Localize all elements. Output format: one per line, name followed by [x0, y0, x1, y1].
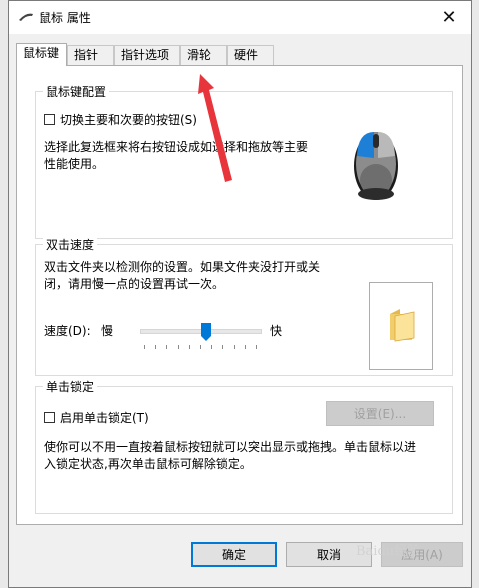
watermark-logo: Baidu经验	[356, 544, 421, 559]
checkbox-box[interactable]	[44, 114, 55, 125]
slider-tick	[177, 345, 179, 349]
switch-buttons-checkbox[interactable]: 切换主要和次要的按钮(S)	[44, 111, 197, 128]
slider-tick	[233, 345, 235, 349]
checkbox-box[interactable]	[44, 412, 55, 423]
folder-icon[interactable]	[387, 306, 417, 342]
slow-label: 慢	[101, 324, 114, 338]
click-lock-group: 单击锁定 启用单击锁定(T) 设置(E)... 使你可以不用一直按着鼠标按钮就可…	[35, 378, 453, 514]
description-line: 双击文件夹以检测你的设置。如果文件夹没打开或关	[44, 260, 321, 274]
slider-tick	[144, 345, 145, 349]
title-bar[interactable]: 鼠标 属性 ✕	[9, 1, 471, 34]
click-lock-label: 启用单击锁定(T)	[60, 411, 149, 425]
double-click-legend: 双击速度	[43, 236, 98, 253]
description-line: 闭，请用慢一点的设置再试一次。	[44, 277, 225, 291]
slider-tick	[188, 345, 190, 349]
description-line: 入锁定状态,再次单击鼠标可解除锁定。	[44, 457, 252, 471]
click-lock-description: 使你可以不用一直按着鼠标按钮就可以突出显示或拖拽。单击鼠标以进 入锁定状态,再次…	[44, 439, 416, 473]
close-icon[interactable]: ✕	[427, 1, 471, 33]
speed-label: 速度(D):	[44, 324, 91, 338]
mouse-illustration-icon	[354, 132, 398, 200]
button-config-description: 选择此复选框来将右按钮设成如选择和拖放等主要 性能使用。	[44, 139, 308, 173]
switch-buttons-label: 切换主要和次要的按钮(S)	[60, 113, 197, 127]
slider-tick	[222, 345, 224, 349]
mouse-properties-dialog: 鼠标 属性 ✕ 鼠标键 指针 指针选项 滑轮 硬件 鼠标键配置 切换主要和次要的…	[8, 0, 472, 588]
fast-label: 快	[270, 324, 283, 338]
description-line: 选择此复选框来将右按钮设成如选择和拖放等主要	[44, 140, 309, 154]
description-line: 性能使用。	[44, 157, 105, 171]
annotation-arrow-icon	[198, 74, 232, 182]
tab-wheel[interactable]: 滑轮	[180, 45, 227, 65]
slider-thumb[interactable]	[201, 323, 211, 341]
button-config-group: 鼠标键配置 切换主要和次要的按钮(S) 选择此复选框来将右按钮设成如选择和拖放等…	[35, 83, 453, 239]
click-lock-checkbox[interactable]: 启用单击锁定(T)	[44, 409, 149, 426]
tab-pointer-options[interactable]: 指针选项	[114, 45, 180, 65]
click-lock-legend: 单击锁定	[43, 378, 98, 395]
click-lock-settings-button[interactable]: 设置(E)...	[326, 401, 434, 426]
description-line: 使你可以不用一直按着鼠标按钮就可以突出显示或拖拽。单击鼠标以进	[44, 440, 417, 454]
slider-tick	[244, 345, 246, 349]
double-click-description: 双击文件夹以检测你的设置。如果文件夹没打开或关 闭，请用慢一点的设置再试一次。	[44, 259, 320, 293]
tab-pointers[interactable]: 指针	[67, 45, 114, 65]
ok-button[interactable]: 确定	[191, 542, 277, 567]
slider-tick	[155, 345, 157, 349]
test-folder-area[interactable]	[369, 282, 433, 370]
window-title: 鼠标 属性	[39, 11, 91, 25]
button-config-legend: 鼠标键配置	[43, 83, 110, 100]
slider-tick	[166, 345, 168, 349]
slider-tick	[200, 345, 201, 349]
tab-panel-buttons: 鼠标键配置 切换主要和次要的按钮(S) 选择此复选框来将右按钮设成如选择和拖放等…	[16, 65, 463, 525]
mouse-app-icon	[19, 13, 33, 21]
tab-buttons[interactable]: 鼠标键	[16, 43, 67, 66]
double-click-group: 双击速度 双击文件夹以检测你的设置。如果文件夹没打开或关 闭，请用慢一点的设置再…	[35, 236, 453, 376]
slider-tick	[256, 345, 257, 349]
tab-hardware[interactable]: 硬件	[227, 45, 274, 65]
slider-tick	[211, 345, 213, 349]
